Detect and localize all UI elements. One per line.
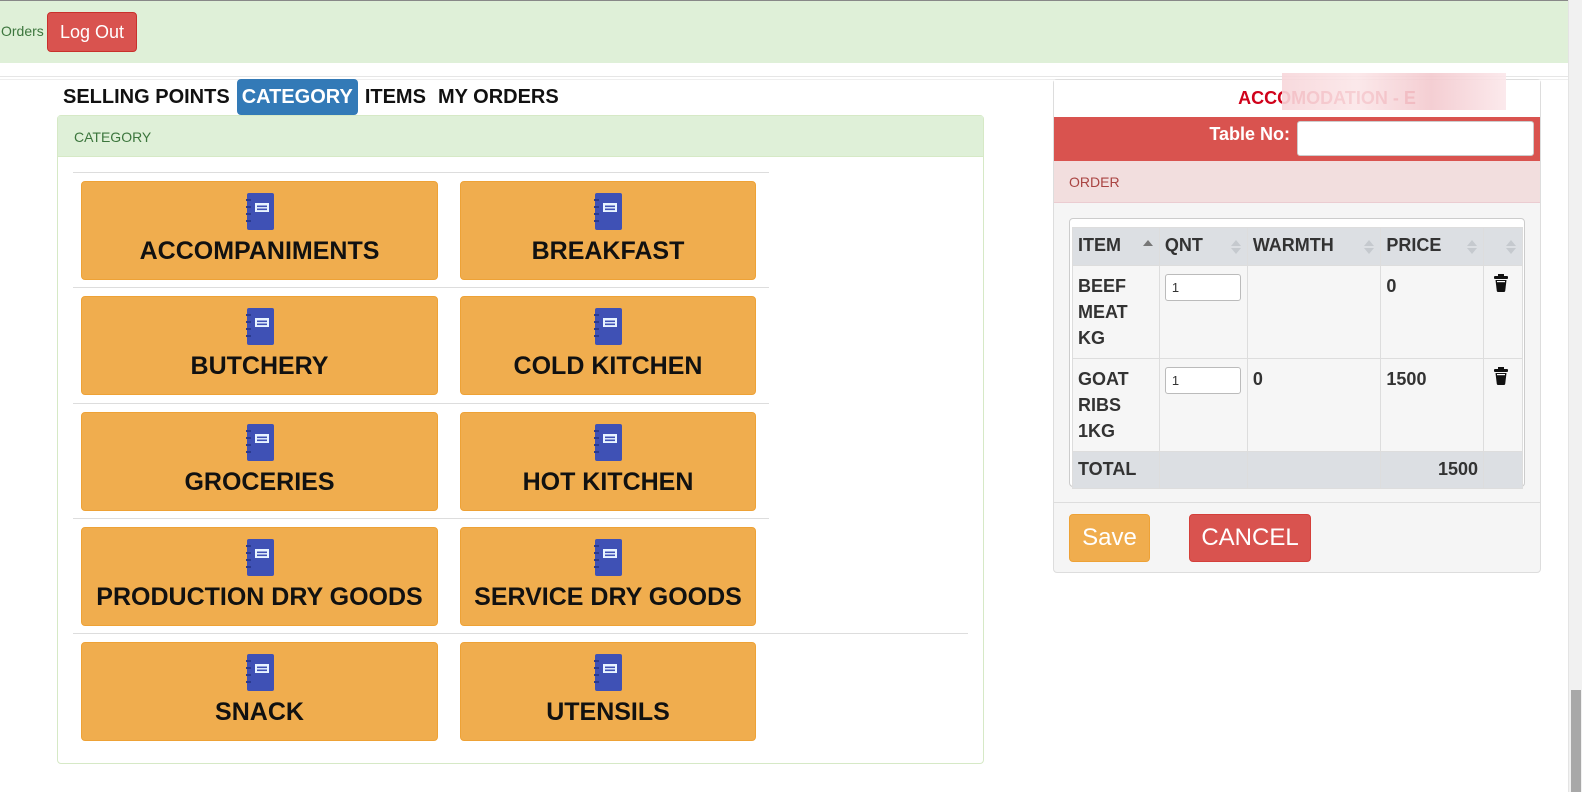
category-button-snack[interactable]: SNACK	[81, 642, 438, 741]
save-button[interactable]: Save	[1069, 514, 1150, 562]
category-label: BREAKFAST	[531, 237, 685, 265]
notebook-icon	[594, 424, 622, 461]
sort-icon	[1364, 240, 1375, 254]
tab-my-orders[interactable]: MY ORDERS	[433, 79, 564, 115]
order-title-row: ACCOMODATION - E	[1054, 73, 1540, 117]
category-label: COLD KITCHEN	[513, 352, 703, 380]
logout-button[interactable]: Log Out	[47, 12, 137, 52]
cancel-button[interactable]: CANCEL	[1189, 514, 1311, 562]
sort-asc-icon	[1142, 240, 1153, 254]
notebook-icon	[594, 193, 622, 230]
top-navbar: Orders Log Out	[0, 0, 1568, 63]
category-button-butchery[interactable]: BUTCHERY	[81, 296, 438, 395]
quantity-input[interactable]	[1164, 367, 1241, 394]
table-no-input[interactable]	[1297, 121, 1534, 156]
scrollbar-thumb[interactable]	[1571, 690, 1581, 792]
qnt-cell	[1158, 265, 1248, 359]
column-header-warmth[interactable]: WARMTH	[1246, 227, 1382, 266]
item-cell: GOAT RIBS 1KG	[1072, 358, 1160, 452]
order-actions: Save CANCEL	[1054, 502, 1540, 572]
category-button-accompaniments[interactable]: ACCOMPANIMENTS	[81, 181, 438, 280]
tab-items[interactable]: ITEMS	[360, 79, 431, 115]
notebook-icon	[245, 539, 274, 576]
warmth-cell	[1246, 265, 1382, 359]
category-label: SERVICE DRY GOODS	[474, 583, 742, 611]
sort-icon	[1230, 240, 1241, 254]
trash-icon[interactable]	[1494, 273, 1509, 292]
notebook-icon	[245, 654, 274, 691]
category-panel: CATEGORY ACCOMPANIMENTS BREAKFAST BUTCHERY…	[57, 115, 984, 764]
price-cell: 0	[1380, 265, 1485, 359]
warmth-cell: 0	[1246, 358, 1382, 452]
price-cell: 1500	[1380, 358, 1485, 452]
category-button-breakfast[interactable]: BREAKFAST	[460, 181, 756, 280]
column-header-price[interactable]: PRICE	[1380, 227, 1485, 266]
row-divider	[73, 633, 968, 634]
orders-link[interactable]: Orders	[1, 23, 44, 39]
sort-icon	[1467, 240, 1478, 254]
category-button-production-dry-goods[interactable]: PRODUCTION DRY GOODS	[81, 527, 438, 626]
table-no-row: Table No:	[1054, 117, 1540, 161]
category-label: ACCOMPANIMENTS	[139, 237, 380, 265]
category-button-utensils[interactable]: UTENSILS	[460, 642, 756, 741]
redacted-block	[1282, 73, 1506, 110]
item-cell: BEEF MEAT KG	[1072, 265, 1160, 359]
category-panel-heading: CATEGORY	[58, 116, 983, 157]
order-panel: ACCOMODATION - E Table No: ORDER ITEM QN…	[1053, 73, 1541, 573]
category-label: HOT KITCHEN	[522, 468, 694, 496]
delete-cell	[1483, 265, 1523, 359]
row-divider	[73, 518, 769, 519]
order-table-container: ITEM QNT WARMTH PRICE BEEF MEAT KG 0	[1069, 218, 1525, 489]
delete-cell	[1483, 358, 1523, 452]
page-scrollbar[interactable]	[1568, 0, 1582, 792]
category-label: UTENSILS	[546, 698, 670, 726]
total-value: 1500	[1380, 451, 1485, 489]
row-divider	[73, 287, 769, 288]
category-button-service-dry-goods[interactable]: SERVICE DRY GOODS	[460, 527, 756, 626]
sort-icon	[1506, 240, 1516, 254]
table-row: GOAT RIBS 1KG 0 1500	[1072, 358, 1523, 452]
trash-icon[interactable]	[1494, 366, 1509, 385]
notebook-icon	[594, 308, 622, 345]
tab-selling-points[interactable]: SELLING POINTS	[58, 79, 235, 115]
category-label: BUTCHERY	[190, 352, 329, 380]
row-divider	[73, 172, 769, 173]
order-table: ITEM QNT WARMTH PRICE BEEF MEAT KG 0	[1072, 227, 1523, 489]
notebook-icon	[245, 193, 274, 230]
row-divider	[73, 403, 769, 404]
order-heading: ORDER	[1054, 161, 1540, 203]
notebook-icon	[594, 539, 622, 576]
column-header-qnt[interactable]: QNT	[1158, 227, 1248, 266]
category-button-cold-kitchen[interactable]: COLD KITCHEN	[460, 296, 756, 395]
qnt-cell	[1158, 358, 1248, 452]
quantity-input[interactable]	[1164, 274, 1241, 301]
total-row: TOTAL 1500	[1072, 451, 1523, 489]
notebook-icon	[594, 654, 622, 691]
column-header-item[interactable]: ITEM	[1072, 227, 1160, 266]
category-label: PRODUCTION DRY GOODS	[96, 583, 423, 611]
tab-category[interactable]: CATEGORY	[236, 79, 358, 115]
category-button-hot-kitchen[interactable]: HOT KITCHEN	[460, 412, 756, 511]
main-tabs: SELLING POINTS CATEGORY ITEMS MY ORDERS	[58, 79, 566, 115]
table-row: BEEF MEAT KG 0	[1072, 265, 1523, 359]
notebook-icon	[245, 424, 274, 461]
column-header-actions[interactable]	[1483, 227, 1523, 266]
category-label: GROCERIES	[184, 468, 335, 496]
category-label: SNACK	[215, 698, 304, 726]
table-no-label: Table No:	[1209, 124, 1290, 144]
total-label: TOTAL	[1072, 451, 1160, 489]
notebook-icon	[245, 308, 274, 345]
category-button-groceries[interactable]: GROCERIES	[81, 412, 438, 511]
